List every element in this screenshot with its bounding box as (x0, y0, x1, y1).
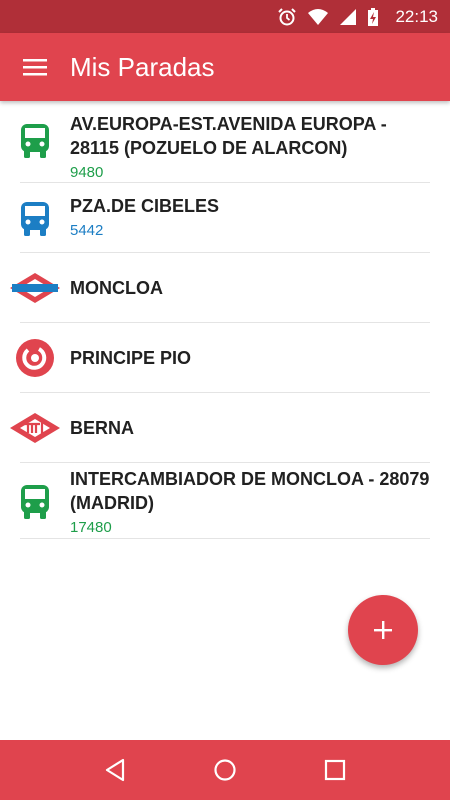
stop-code: 9480 (70, 164, 104, 181)
add-stop-button[interactable] (348, 595, 418, 665)
stop-name: BERNA (70, 417, 135, 438)
stop-item[interactable]: BERNA (10, 393, 430, 463)
signal-icon (340, 8, 357, 25)
stops-list: AV.EUROPA-EST.AVENIDA EUROPA - 28115 (PO… (10, 101, 450, 539)
metro-ligero-icon (10, 412, 60, 443)
stop-item[interactable]: PZA.DE CIBELES 5442 (20, 183, 430, 253)
stop-name: MONCLOA (70, 277, 163, 298)
back-button[interactable] (90, 745, 140, 795)
status-bar: 22:13 (0, 0, 450, 33)
page-title: Mis Paradas (70, 51, 215, 82)
system-nav-bar (0, 740, 450, 800)
home-icon (214, 759, 236, 781)
battery-charging-icon (368, 7, 379, 26)
back-icon (105, 758, 125, 782)
plus-icon (374, 621, 392, 639)
recents-button[interactable] (310, 745, 360, 795)
stop-name: PZA.DE CIBELES (70, 196, 220, 216)
app-bar: Mis Paradas (0, 33, 450, 101)
stop-item[interactable]: PRINCIPE PIO (16, 323, 430, 393)
stop-code: 5442 (70, 222, 104, 239)
stop-name: AV.EUROPA-EST.AVENIDA EUROPA - 28115 (PO… (70, 114, 387, 158)
home-button[interactable] (200, 745, 250, 795)
stop-code: 17480 (70, 519, 112, 536)
bus-icon (21, 202, 49, 236)
stop-item[interactable]: AV.EUROPA-EST.AVENIDA EUROPA - 28115 (PO… (20, 101, 430, 183)
hamburger-menu-button[interactable] (0, 33, 70, 101)
stop-name: INTERCAMBIADOR DE MONCLOA - 28079 (MADRI… (70, 469, 430, 513)
bus-icon (21, 124, 49, 158)
bus-icon (21, 485, 49, 519)
metro-icon (10, 272, 60, 303)
alarm-icon (278, 7, 297, 25)
stop-name: PRINCIPE PIO (70, 347, 192, 368)
hamburger-menu-icon (23, 59, 47, 76)
stop-item[interactable]: MONCLOA (10, 253, 430, 323)
stop-item[interactable]: INTERCAMBIADOR DE MONCLOA - 28079 (MADRI… (20, 463, 430, 539)
wifi-icon (308, 8, 329, 25)
clock-time: 22:13 (395, 6, 438, 26)
cercanias-icon (16, 338, 54, 377)
recents-icon (324, 759, 346, 781)
